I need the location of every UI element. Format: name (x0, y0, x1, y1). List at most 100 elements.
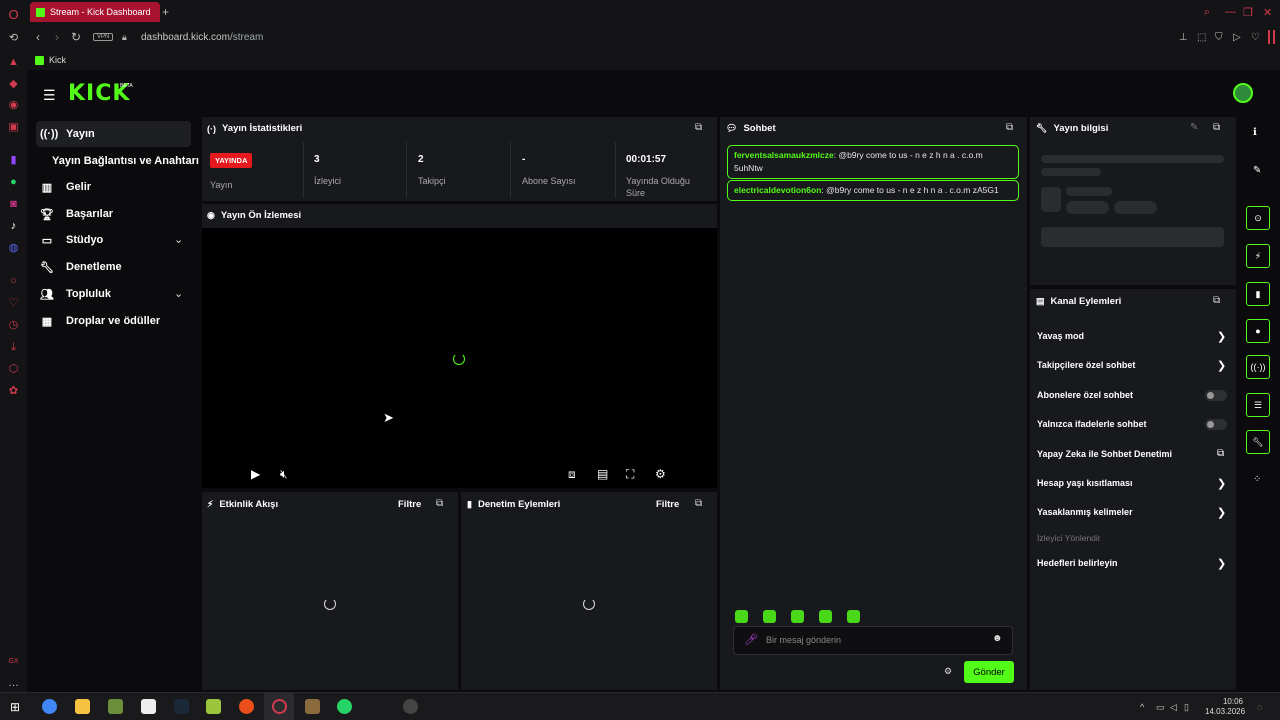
emote-icon[interactable] (847, 610, 860, 623)
microphone-icon[interactable]: 🎤︎ (744, 633, 758, 646)
instagram-icon[interactable]: ◙ (7, 198, 20, 211)
reload-icon[interactable]: ↻ (71, 30, 81, 44)
mail-icon[interactable]: ▣ (7, 121, 20, 134)
settings-icon[interactable]: ⚙ (655, 467, 666, 481)
circle-icon[interactable]: ○ (7, 275, 20, 288)
steam-icon[interactable] (174, 699, 189, 714)
nav-item-denetleme[interactable]: 🔧︎ Denetleme (40, 254, 122, 280)
battery-tray-icon[interactable]: ▯ (1184, 702, 1189, 713)
back-icon[interactable]: ‹ (36, 30, 40, 44)
chat-button[interactable]: ● (1246, 319, 1270, 343)
player-icon[interactable]: ▷ (1233, 32, 1241, 43)
shield-icon[interactable]: ⛉ (1215, 32, 1223, 43)
url-field[interactable]: dashboard.kick.com/stream (141, 32, 263, 43)
app-icon[interactable] (206, 699, 221, 714)
theater-icon[interactable]: ▤ (597, 467, 608, 481)
bolt-button[interactable]: ⚡︎ (1246, 244, 1270, 268)
menu-icon[interactable]: ☰ (43, 87, 56, 104)
emote-icon[interactable] (763, 610, 776, 623)
action-slow-mode[interactable]: Yavaş mod (1037, 331, 1084, 341)
play-icon[interactable]: ▶ (251, 467, 260, 481)
maximize-icon[interactable]: ❐ (1243, 6, 1253, 19)
chat-message[interactable]: electricaldevotion6on: @b9ry come to us … (727, 180, 1019, 201)
pencil-icon[interactable]: ✎ (1253, 165, 1261, 176)
mute-icon[interactable]: 🔇︎ (280, 467, 288, 482)
chat-username[interactable]: electricaldevotion6on (734, 185, 821, 195)
nav-item-stream-key[interactable]: Yayın Bağlantısı ve Anahtarı (52, 148, 199, 174)
tab-kick-dashboard[interactable]: Stream - Kick Dashboard (30, 2, 160, 22)
hexagon-icon[interactable]: ⬡ (7, 363, 20, 376)
pin-icon[interactable]: ⊥ (1179, 32, 1188, 43)
emote-icon[interactable] (819, 610, 832, 623)
popout-icon[interactable]: ⧉ (1213, 295, 1220, 306)
heart-bookmark-icon[interactable]: ♡ (1251, 32, 1260, 43)
whatsapp-icon[interactable]: ● (7, 176, 20, 189)
heart-icon[interactable]: ♡ (7, 297, 20, 310)
fullscreen-icon[interactable]: ⛶ (626, 467, 634, 482)
popout-icon[interactable]: ⧉ (695, 498, 702, 509)
more-icon[interactable]: … (7, 677, 20, 690)
record-button[interactable]: ⊙ (1246, 206, 1270, 230)
close-window-icon[interactable]: ✕ (1263, 6, 1272, 19)
action-followers-only[interactable]: Takipçilere özel sohbet (1037, 360, 1135, 370)
minecraft-icon[interactable] (108, 699, 123, 714)
history-icon[interactable]: ◷ (7, 319, 20, 332)
messenger-icon[interactable]: ◉ (7, 99, 20, 112)
action-banned-words[interactable]: Yasaklanmış kelimeler (1037, 507, 1133, 517)
pip-icon[interactable]: ⧈ (568, 467, 576, 482)
opera-logo-icon[interactable]: O (7, 8, 20, 21)
nav-item-studyo[interactable]: ▭ Stüdyo (40, 227, 103, 253)
action-ai-moderation[interactable]: Yapay Zeka ile Sohbet Denetimi (1037, 449, 1172, 459)
folder-icon[interactable] (75, 699, 90, 714)
chevron-down-icon[interactable]: ⌄ (174, 287, 183, 300)
lock-icon[interactable]: 🔒︎ (122, 32, 127, 43)
edit-icon[interactable]: ✎ (1190, 122, 1198, 133)
nav-item-topluluk[interactable]: 👥︎ Topluluk (40, 281, 111, 307)
chevron-right-icon[interactable]: ❯ (1217, 359, 1226, 372)
emote-icon[interactable] (791, 610, 804, 623)
windows-start-icon[interactable]: ⊞ (10, 700, 20, 714)
settings-sidebar-icon[interactable]: ✿ (7, 385, 20, 398)
download-icon[interactable]: ⤓ (7, 341, 20, 354)
emoji-icon[interactable]: ☻ (992, 633, 1003, 644)
chevron-right-icon[interactable]: ❯ (1217, 477, 1226, 490)
external-link-icon[interactable]: ⧉ (1217, 448, 1224, 459)
list-button[interactable]: ☰ (1246, 393, 1270, 417)
clock[interactable]: 10:06 14.03.2026 (1205, 697, 1245, 717)
popout-icon[interactable]: ⧉ (436, 498, 443, 509)
forward-icon[interactable]: › (55, 30, 59, 44)
network-icon[interactable]: ▭ (1156, 702, 1165, 713)
search-tabs-icon[interactable]: ⌕ (1204, 6, 1210, 19)
nav-item-basarilar[interactable]: 🏆︎ Başarılar (40, 201, 113, 227)
subscribers-only-toggle[interactable] (1205, 390, 1227, 401)
opera-gx-icon[interactable] (272, 699, 287, 714)
chat-username[interactable]: ferventsalsamaukzmlcze (734, 150, 834, 160)
chevron-up-icon[interactable]: ^ (1140, 702, 1144, 712)
action-account-age[interactable]: Hesap yaşı kısıtlaması (1037, 478, 1133, 488)
bookmark-kick[interactable]: Kick (35, 55, 66, 65)
file-icon[interactable] (141, 699, 156, 714)
whatsapp-taskbar-icon[interactable] (337, 699, 352, 714)
chevron-right-icon[interactable]: ❯ (1217, 506, 1226, 519)
chat-settings-icon[interactable]: ⚙ (944, 666, 952, 677)
vpn-badge[interactable]: VPN (93, 33, 114, 41)
chrome-icon[interactable] (42, 699, 57, 714)
popout-icon[interactable]: ⧉ (1006, 122, 1013, 133)
minimize-icon[interactable]: — (1225, 6, 1236, 18)
aria-icon[interactable]: ▲ (7, 56, 20, 69)
refresh-sidebar-icon[interactable]: ⟲ (7, 32, 20, 45)
popout-icon[interactable]: ⧉ (1213, 122, 1220, 133)
twitch-icon[interactable]: ▮ (7, 154, 20, 167)
tiktok-icon[interactable]: ♪ (7, 220, 20, 233)
shield-button[interactable]: ▮ (1246, 282, 1270, 306)
bag-icon[interactable]: ◆ (7, 78, 20, 91)
volume-icon[interactable]: ◁ (1170, 702, 1177, 713)
nav-item-droplar[interactable]: ▦ Droplar ve ödüller (40, 308, 160, 334)
discord-icon[interactable]: ◍ (7, 242, 20, 255)
gx-icon[interactable]: GX (7, 655, 20, 668)
notification-icon[interactable]: ◌ (1257, 702, 1262, 712)
chevron-right-icon[interactable]: ❯ (1217, 330, 1226, 343)
nav-item-gelir[interactable]: ▥ Gelir (40, 174, 91, 200)
chevron-down-icon[interactable]: ⌄ (174, 233, 183, 246)
emote-icon[interactable] (735, 610, 748, 623)
